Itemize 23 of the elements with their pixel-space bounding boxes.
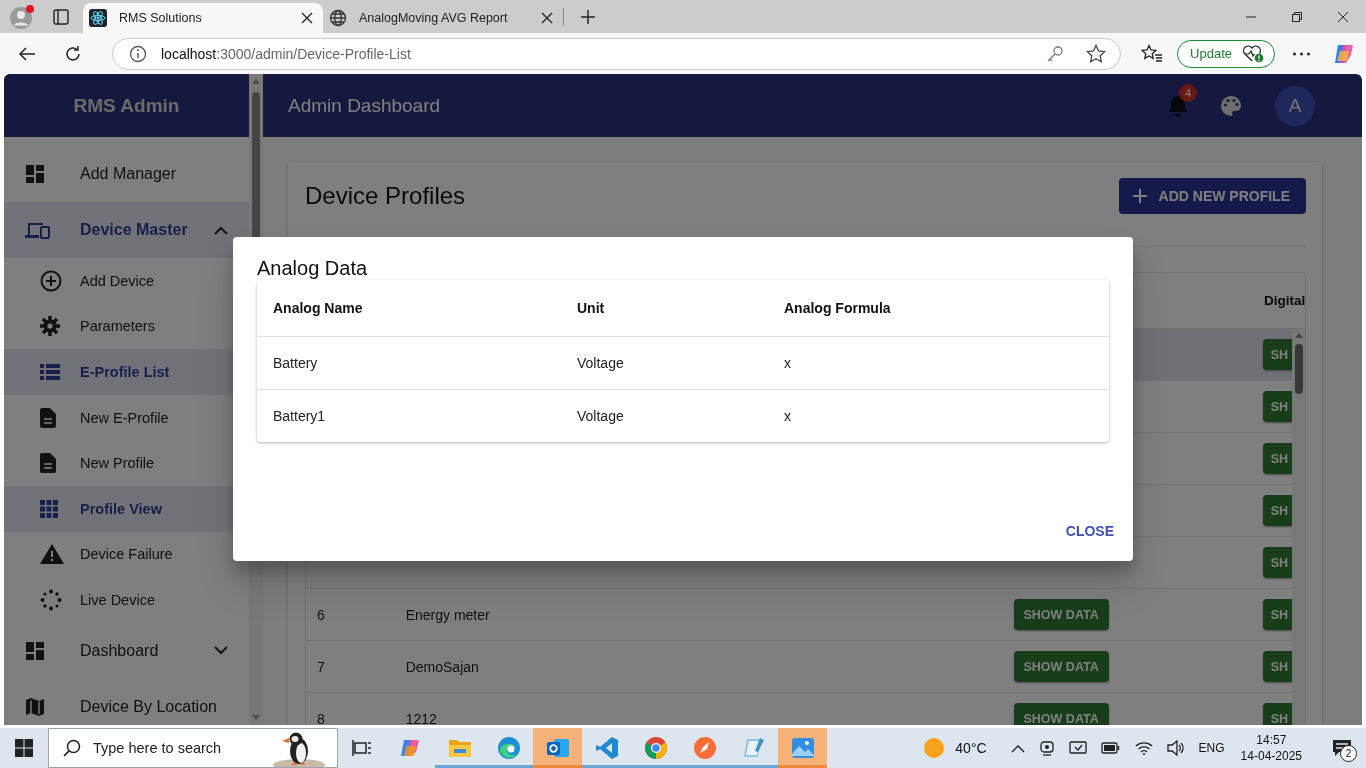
dialog-title: Analog Data [256,256,369,280]
column-header: Digital [1264,293,1305,308]
column-header: Unit [577,300,606,316]
table-cell-text: Battery1 [273,408,327,424]
notification-badge: 4 [1179,83,1197,102]
column-header: Analog Name [273,300,364,316]
table-cell: DemoSajan [405,658,479,675]
page-title: Device Profiles [305,182,466,210]
table-cell: 7 [317,658,325,675]
table-cell: 1212 [405,710,437,725]
table-cell-text: x [784,408,792,424]
app-title: RMS Admin [4,74,249,137]
table-cell-text: Voltage [577,408,625,424]
address-text: localhost:3000/admin/Device-Profile-List [161,45,412,62]
page-header-title: Admin Dashboard [288,94,442,117]
table-cell-text: x [784,355,792,371]
column-header: Analog Formula [784,300,892,316]
table-cell: 8 [317,710,325,725]
table-cell-text: Battery [273,355,319,371]
search-placeholder: Type here to search [93,740,223,756]
table-cell: 6 [317,606,325,623]
table-cell: Energy meter [405,606,490,623]
table-cell-text: Voltage [577,355,625,371]
